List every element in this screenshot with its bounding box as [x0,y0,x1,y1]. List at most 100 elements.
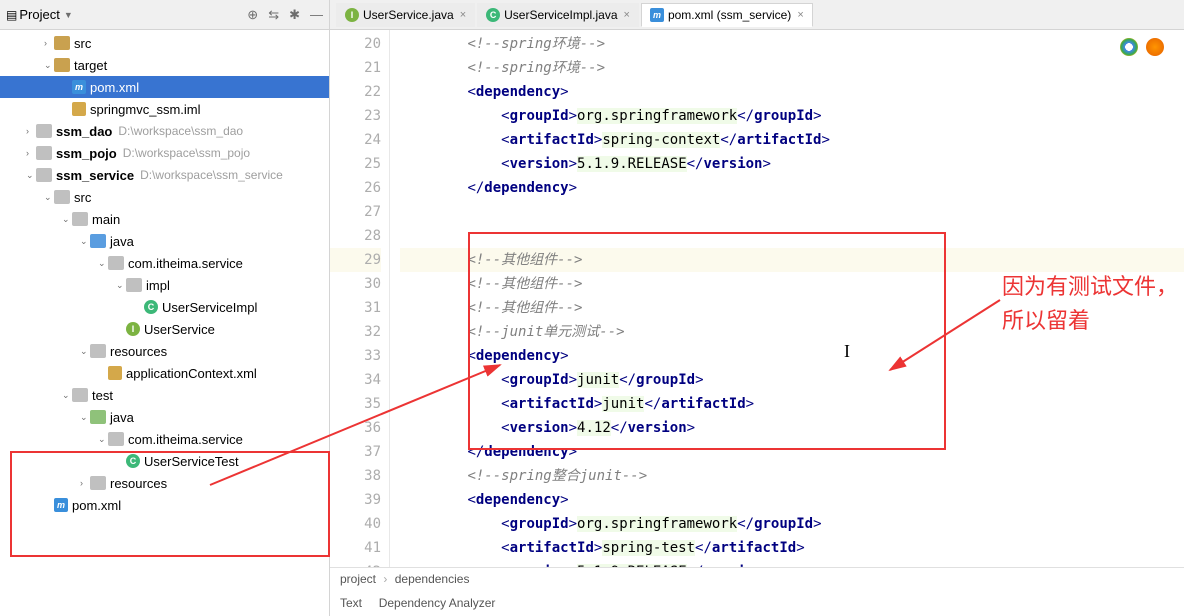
settings-icon[interactable]: ✱ [289,7,300,23]
tab-label: UserServiceImpl.java [504,8,617,22]
chevron-icon: ⌄ [80,346,90,357]
locate-icon[interactable]: ⊕ [247,7,258,23]
folder-icon [108,432,124,446]
tree-item-test[interactable]: ⌄ test [0,384,329,406]
firefox-icon[interactable] [1146,38,1164,56]
close-icon[interactable]: × [460,9,466,21]
tab-text[interactable]: Text [340,596,362,610]
tree-item-java[interactable]: ⌄java [0,406,329,428]
tree-item-java[interactable]: ⌄java [0,230,329,252]
tree-path: D:\workspace\ssm_pojo [123,146,250,160]
tree-item-pom-xml[interactable]: mpom.xml [0,494,329,516]
chevron-icon: ⌄ [62,214,72,225]
tree-item-com-itheima-service[interactable]: ⌄com.itheima.service [0,252,329,274]
breadcrumb[interactable]: project › dependencies [330,567,1184,590]
code-line-35[interactable]: <artifactId>junit</artifactId> [400,392,1184,416]
code-line-24[interactable]: <artifactId>spring-context</artifactId> [400,128,1184,152]
tree-item-userservicetest[interactable]: CUserServiceTest [0,450,329,472]
editor-tab[interactable]: IUserService.java× [336,3,475,27]
code-line-41[interactable]: <artifactId>spring-test</artifactId> [400,536,1184,560]
tree-label: test [92,388,113,403]
code-line-36[interactable]: <version>4.12</version> [400,416,1184,440]
dropdown-icon[interactable]: ▼ [64,10,73,20]
code-line-23[interactable]: <groupId>org.springframework</groupId> [400,104,1184,128]
tab-label: UserService.java [363,8,454,22]
editor-tab[interactable]: mpom.xml (ssm_service)× [641,3,813,27]
code-line-37[interactable]: </dependency> [400,440,1184,464]
code-line-27[interactable] [400,200,1184,224]
code-line-29[interactable]: <!--其他组件--> [400,248,1184,272]
expand-icon[interactable]: ⇆ [268,7,279,23]
sidebar-title[interactable]: Project [19,7,59,22]
breadcrumb-item[interactable]: project [340,572,376,586]
chevron-icon: ⌄ [80,412,90,423]
chevron-right-icon: › [383,572,387,586]
file-icon: C [486,8,500,22]
tree-item-ssm-dao[interactable]: › ssm_dao D:\workspace\ssm_dao [0,120,329,142]
tree-item-springmvc-ssm-iml[interactable]: springmvc_ssm.iml [0,98,329,120]
folder-icon [36,146,52,160]
code-line-40[interactable]: <groupId>org.springframework</groupId> [400,512,1184,536]
chevron-icon: › [26,126,36,136]
code-line-25[interactable]: <version>5.1.9.RELEASE</version> [400,152,1184,176]
tree-item-com-itheima-service[interactable]: ⌄com.itheima.service [0,428,329,450]
annotation-text: 因为有测试文件，所以留着 [1002,270,1184,338]
folder-icon [36,124,52,138]
code-line-34[interactable]: <groupId>junit</groupId> [400,368,1184,392]
file-icon: m [72,80,86,94]
tree-item-userserviceimpl[interactable]: CUserServiceImpl [0,296,329,318]
close-icon[interactable]: × [624,9,630,21]
folder-icon [90,410,106,424]
breadcrumb-item[interactable]: dependencies [395,572,470,586]
code-line-21[interactable]: <!--spring环境--> [400,56,1184,80]
tab-dependency-analyzer[interactable]: Dependency Analyzer [379,596,496,610]
chrome-icon[interactable] [1120,38,1138,56]
tree-item-userservice[interactable]: I UserService [0,318,329,340]
folder-icon [54,190,70,204]
tree-item-ssm-pojo[interactable]: › ssm_pojo D:\workspace\ssm_pojo [0,142,329,164]
project-tree[interactable]: ›src⌄targetmpom.xmlspringmvc_ssm.iml›ssm… [0,30,329,616]
chevron-icon: ⌄ [98,258,108,269]
hide-icon[interactable]: — [310,7,323,23]
tree-item-impl[interactable]: ⌄impl [0,274,329,296]
code-line-20[interactable]: <!--spring环境--> [400,32,1184,56]
tree-item-src[interactable]: ⌄src [0,186,329,208]
code-line-39[interactable]: <dependency> [400,488,1184,512]
file-icon: C [126,454,140,468]
tree-label: ssm_pojo [56,146,117,161]
tree-item-src[interactable]: ›src [0,32,329,54]
code-line-22[interactable]: <dependency> [400,80,1184,104]
tree-item-resources[interactable]: ⌄resources [0,340,329,362]
chevron-icon: › [44,38,54,48]
chevron-icon: ⌄ [62,390,72,401]
tree-item-resources[interactable]: ›resources [0,472,329,494]
tree-item-main[interactable]: ⌄ main [0,208,329,230]
tree-item-applicationcontext-xml[interactable]: applicationContext.xml [0,362,329,384]
tree-label: ssm_dao [56,124,112,139]
chevron-icon: › [80,478,90,488]
tree-item-ssm-service[interactable]: ⌄ssm_serviceD:\workspace\ssm_service [0,164,329,186]
folder-icon [36,168,52,182]
tree-item-target[interactable]: ⌄target [0,54,329,76]
tree-label: main [92,212,120,227]
close-icon[interactable]: × [797,9,803,21]
chevron-icon: ⌄ [80,236,90,247]
code-line-26[interactable]: </dependency> [400,176,1184,200]
browser-icons [1120,38,1164,56]
chevron-icon: › [26,148,36,158]
bottom-tabs: Text Dependency Analyzer [330,590,1184,616]
tree-path: D:\workspace\ssm_dao [118,124,243,138]
editor-tab[interactable]: C UserServiceImpl.java × [477,3,639,27]
file-icon [72,102,86,116]
file-icon: I [126,322,140,336]
folder-icon [72,388,88,402]
chevron-icon: ⌄ [44,192,54,203]
code-line-42[interactable]: <version>5.1.9.RELEASE</version> [400,560,1184,567]
tree-label: UserService [144,322,215,337]
code-line-38[interactable]: <!--spring整合junit--> [400,464,1184,488]
code-line-28[interactable] [400,224,1184,248]
tree-item-pom-xml[interactable]: mpom.xml [0,76,329,98]
editor-tabs: IUserService.java×CUserServiceImpl.java×… [330,0,1184,30]
code-line-33[interactable]: <dependency> [400,344,1184,368]
file-icon: m [650,8,664,22]
